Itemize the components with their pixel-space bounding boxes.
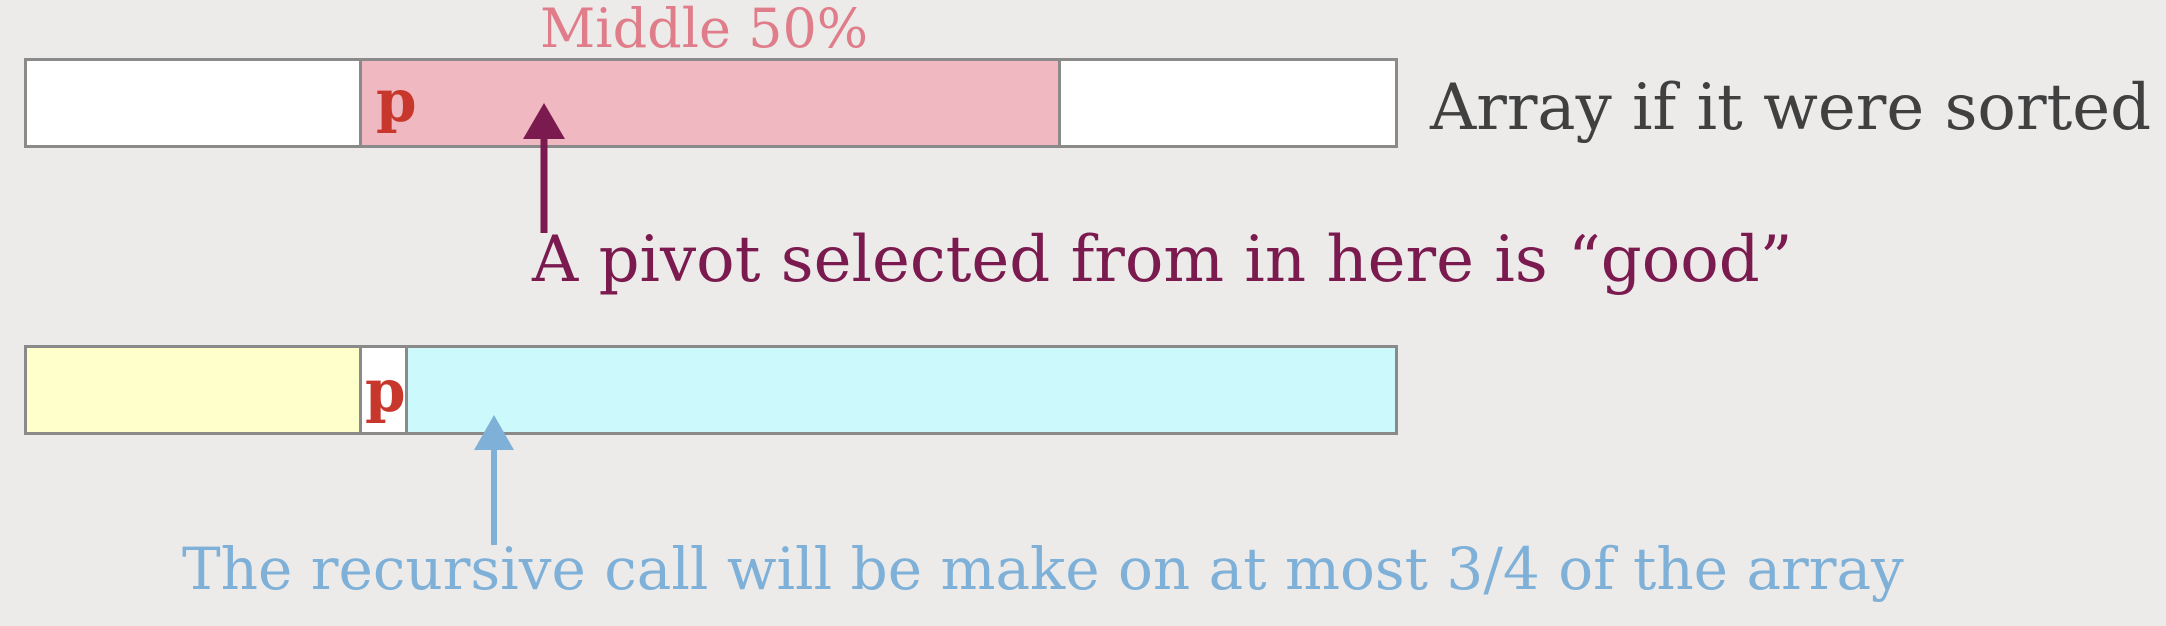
diagram: Middle 50% p Array if it were sorted A p… — [0, 0, 2166, 626]
arrows — [474, 103, 565, 545]
purple-arrow — [523, 103, 565, 233]
blue-arrow — [474, 415, 514, 545]
